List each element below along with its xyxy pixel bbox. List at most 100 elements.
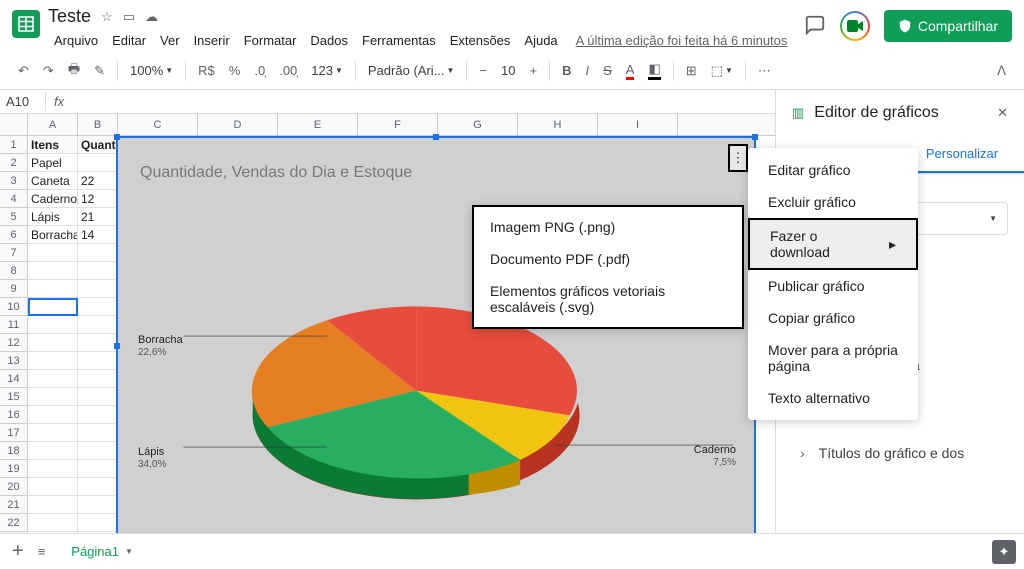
row-header[interactable]: 20	[0, 478, 28, 496]
font-select[interactable]: Padrão (Ari... ▼	[362, 59, 461, 82]
cell[interactable]	[78, 478, 118, 496]
name-box[interactable]: A10	[0, 92, 46, 111]
col-header[interactable]: G	[438, 114, 518, 135]
last-edit[interactable]: A última edição foi feita há 6 minutos	[576, 29, 788, 52]
strike-btn[interactable]: S	[597, 59, 618, 82]
row-header[interactable]: 19	[0, 460, 28, 478]
cell[interactable]	[78, 280, 118, 298]
share-button[interactable]: Compartilhar	[884, 10, 1012, 42]
cell[interactable]	[78, 334, 118, 352]
dec-less-btn[interactable]: .0̩	[248, 59, 271, 82]
col-header[interactable]: F	[358, 114, 438, 135]
cell[interactable]: Quantidade	[78, 136, 118, 154]
section-titles[interactable]: ›Títulos do gráfico e dos	[792, 431, 1008, 475]
row-header[interactable]: 14	[0, 370, 28, 388]
cell[interactable]	[78, 352, 118, 370]
cell[interactable]: Borracha	[28, 226, 78, 244]
cell[interactable]	[28, 424, 78, 442]
cell[interactable]	[28, 262, 78, 280]
cell[interactable]: Lápis	[28, 208, 78, 226]
cell[interactable]	[28, 460, 78, 478]
row-header[interactable]: 7	[0, 244, 28, 262]
cell[interactable]	[28, 478, 78, 496]
cell[interactable]	[28, 334, 78, 352]
ctx-alt-text[interactable]: Texto alternativo	[748, 382, 918, 414]
cell[interactable]	[28, 280, 78, 298]
ctx-delete-chart[interactable]: Excluir gráfico	[748, 186, 918, 218]
cell[interactable]	[28, 406, 78, 424]
cell[interactable]: Caderno	[28, 190, 78, 208]
menu-edit[interactable]: Editar	[106, 29, 152, 52]
col-header[interactable]: A	[28, 114, 78, 135]
meet-icon[interactable]	[840, 11, 870, 41]
row-header[interactable]: 6	[0, 226, 28, 244]
cell[interactable]	[28, 496, 78, 514]
row-header[interactable]: 21	[0, 496, 28, 514]
borders-btn[interactable]: ⊞	[680, 59, 703, 83]
cell[interactable]	[28, 352, 78, 370]
explore-button[interactable]: ✦	[992, 540, 1016, 564]
row-header[interactable]: 10	[0, 298, 28, 316]
menu-format[interactable]: Formatar	[238, 29, 303, 52]
row-header[interactable]: 16	[0, 406, 28, 424]
cell[interactable]	[78, 370, 118, 388]
chart-object[interactable]: Quantidade, Vendas do Dia e Estoque	[116, 136, 756, 547]
comment-icon[interactable]	[804, 14, 826, 39]
cell[interactable]	[78, 262, 118, 280]
row-header[interactable]: 11	[0, 316, 28, 334]
row-header[interactable]: 4	[0, 190, 28, 208]
row-header[interactable]: 3	[0, 172, 28, 190]
download-pdf[interactable]: Documento PDF (.pdf)	[474, 243, 742, 275]
row-header[interactable]: 1	[0, 136, 28, 154]
add-sheet-button[interactable]: +	[12, 540, 24, 563]
font-size[interactable]: 10	[495, 59, 521, 82]
cell[interactable]: 12	[78, 190, 118, 208]
row-header[interactable]: 8	[0, 262, 28, 280]
chart-menu-button[interactable]: ⋮	[728, 144, 748, 172]
fx-icon[interactable]: fx	[46, 94, 72, 109]
collapse-toolbar-icon[interactable]: ᐱ	[991, 59, 1012, 83]
ctx-copy-chart[interactable]: Copiar gráfico	[748, 302, 918, 334]
cell[interactable]	[28, 514, 78, 532]
cell[interactable]: Papel	[28, 154, 78, 172]
menu-file[interactable]: Arquivo	[48, 29, 104, 52]
cell[interactable]	[78, 460, 118, 478]
text-color-btn[interactable]: A	[620, 58, 641, 84]
cell[interactable]	[28, 370, 78, 388]
merge-btn[interactable]: ⬚ ▼	[705, 59, 739, 83]
menu-tools[interactable]: Ferramentas	[356, 29, 442, 52]
col-header[interactable]: H	[518, 114, 598, 135]
download-png[interactable]: Imagem PNG (.png)	[474, 211, 742, 243]
cloud-icon[interactable]: ☁	[145, 9, 158, 25]
row-header[interactable]: 2	[0, 154, 28, 172]
cell[interactable]	[28, 298, 78, 316]
cell[interactable]	[78, 406, 118, 424]
col-header[interactable]: E	[278, 114, 358, 135]
italic-btn[interactable]: I	[579, 59, 595, 82]
cell[interactable]	[78, 244, 118, 262]
row-header[interactable]: 12	[0, 334, 28, 352]
move-icon[interactable]: ▭	[123, 9, 135, 25]
dec-more-btn[interactable]: .00̩	[273, 59, 303, 82]
cell[interactable]	[28, 244, 78, 262]
cell[interactable]: Caneta	[28, 172, 78, 190]
zoom-select[interactable]: 100% ▼	[124, 59, 179, 82]
ctx-publish-chart[interactable]: Publicar gráfico	[748, 270, 918, 302]
cell[interactable]	[78, 154, 118, 172]
cell[interactable]	[78, 496, 118, 514]
bold-btn[interactable]: B	[556, 59, 577, 82]
ctx-move-own-sheet[interactable]: Mover para a própria página	[748, 334, 918, 382]
undo-icon[interactable]: ↶	[12, 59, 35, 83]
cell[interactable]: 14	[78, 226, 118, 244]
font-inc-btn[interactable]: +	[523, 59, 543, 82]
print-icon[interactable]: 🖶	[62, 56, 86, 86]
more-btn[interactable]: ⋯	[752, 59, 777, 83]
col-header[interactable]: B	[78, 114, 118, 135]
cell[interactable]	[28, 442, 78, 460]
col-header[interactable]: C	[118, 114, 198, 135]
download-svg[interactable]: Elementos gráficos vetoriais escaláveis …	[474, 275, 742, 323]
menu-extensions[interactable]: Extensões	[444, 29, 517, 52]
ctx-edit-chart[interactable]: Editar gráfico	[748, 154, 918, 186]
menu-help[interactable]: Ajuda	[518, 29, 563, 52]
row-header[interactable]: 22	[0, 514, 28, 532]
